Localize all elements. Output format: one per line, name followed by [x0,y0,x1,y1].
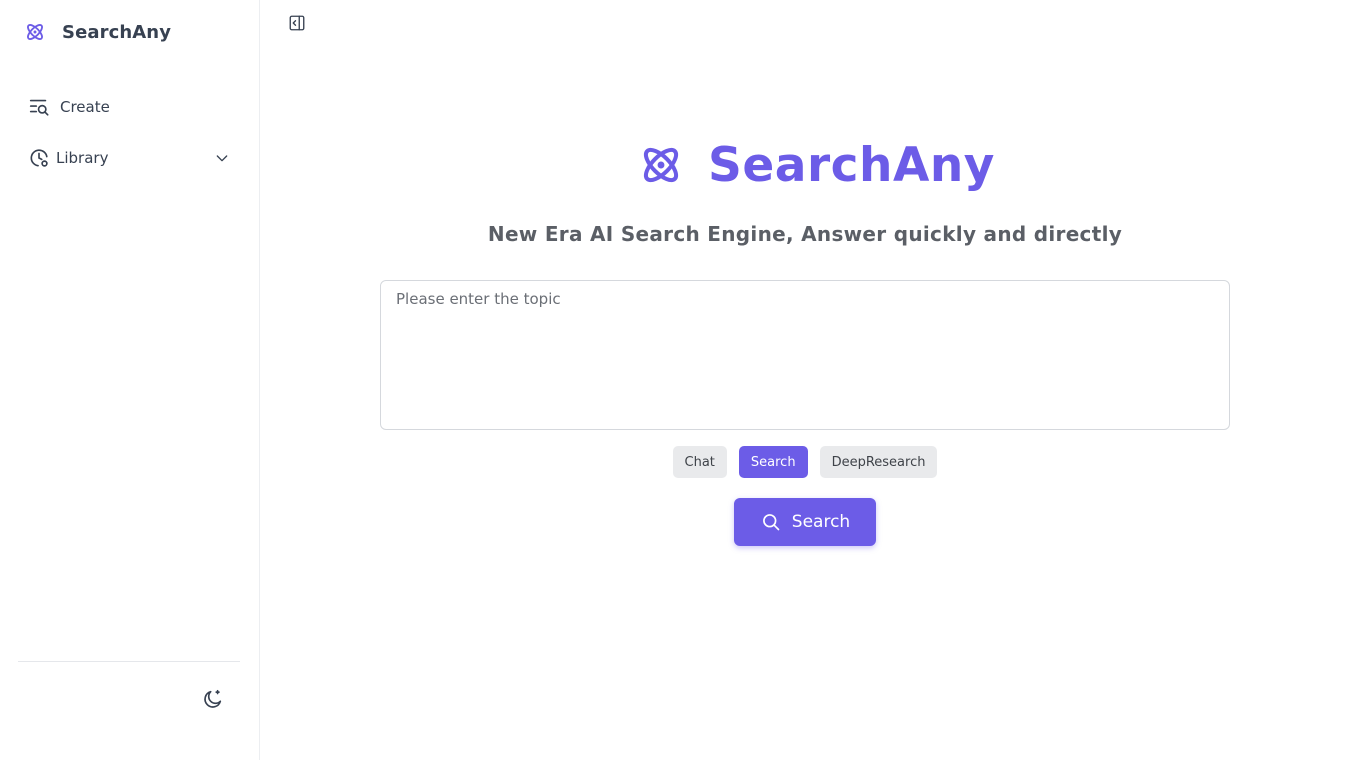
page-title: SearchAny [708,137,995,193]
brand-name: SearchAny [62,21,172,43]
sidebar-item-label: Library [56,149,109,167]
search-button[interactable]: Search [734,498,876,546]
sidebar: SearchAny Create Library [0,0,260,760]
clock-icon [28,147,50,169]
tagline: New Era AI Search Engine, Answer quickly… [487,222,1123,246]
atom-logo-icon [24,21,46,43]
theme-toggle-button[interactable] [201,689,225,713]
atom-logo-icon [638,142,684,188]
search-icon [760,511,782,533]
mode-search-button[interactable]: Search [738,446,808,478]
main-content: SearchAny New Era AI Search Engine, Answ… [260,0,1352,760]
mode-deepresearch-button[interactable]: DeepResearch [819,446,938,478]
mode-selector: Chat Search DeepResearch [260,446,1350,478]
sidebar-item-label: Create [60,98,110,116]
sidebar-collapse-button[interactable] [287,15,307,35]
mode-chat-button[interactable]: Chat [672,446,727,478]
sidebar-item-create[interactable]: Create [28,95,110,119]
brand[interactable]: SearchAny [24,18,171,46]
sidebar-divider [18,661,240,662]
sidebar-item-library[interactable]: Library [28,146,232,170]
search-list-icon [28,96,50,118]
topic-input[interactable] [380,280,1230,430]
search-button-label: Search [791,512,851,532]
moon-icon [202,688,224,714]
chevron-down-icon[interactable] [212,148,232,168]
panel-collapse-icon [288,14,306,36]
hero-title: SearchAny [638,136,995,194]
app-root: SearchAny Create Library SearchAny New E… [0,0,1352,760]
